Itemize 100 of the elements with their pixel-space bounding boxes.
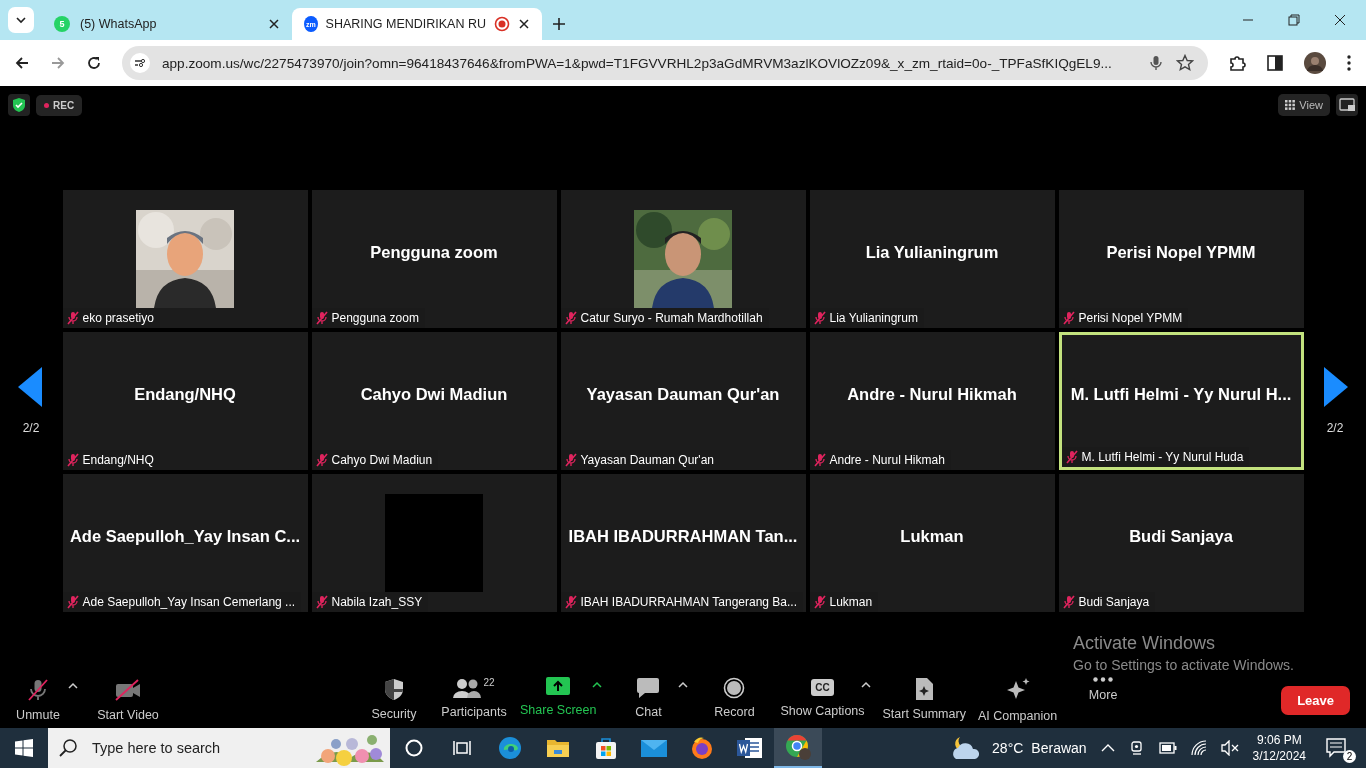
screen-layout-icon[interactable]	[1336, 94, 1358, 116]
caret-icon[interactable]	[860, 681, 871, 689]
toolbar-button[interactable]: Unmute	[0, 676, 76, 724]
close-icon[interactable]	[268, 18, 280, 30]
taskbar-search-field[interactable]: Type here to search	[48, 728, 390, 768]
participant-display-name: Budi Sanjaya	[1129, 526, 1233, 546]
participants-icon	[453, 677, 482, 699]
back-arrow-icon[interactable]	[14, 55, 30, 71]
profile-avatar-icon[interactable]	[1304, 52, 1326, 74]
mail-envelope-icon	[641, 738, 667, 758]
participant-display-name: Lukman	[900, 526, 964, 546]
tab-title: SHARING MENDIRIKAN RU	[325, 17, 486, 31]
chevron-down-icon	[15, 14, 27, 26]
search-icon	[58, 738, 78, 758]
camera-icon[interactable]	[1128, 740, 1145, 756]
previous-page-arrow-icon[interactable]	[18, 367, 44, 407]
clock-time: 9:06 PM	[1256, 733, 1302, 747]
chevron-up-icon[interactable]	[1100, 743, 1115, 753]
tab-search-button[interactable]	[8, 7, 34, 33]
side-panel-icon[interactable]	[1266, 54, 1284, 72]
document-sparkle-icon	[914, 677, 935, 701]
participant-name: Andre - Nurul Hikmah	[829, 453, 945, 467]
windows-start-icon[interactable]	[15, 739, 33, 757]
wifi-signal-icon[interactable]	[1190, 740, 1207, 756]
new-tab-icon[interactable]	[552, 17, 566, 31]
participant-name: Lukman	[829, 595, 873, 609]
notification-icon[interactable]	[1326, 738, 1348, 758]
chrome-browser-icon	[784, 733, 812, 761]
notification-count-badge: 2	[1343, 750, 1356, 763]
restore-icon[interactable]	[1288, 14, 1300, 26]
tab-title: (5) WhatsApp	[80, 17, 158, 31]
speaker-muted-icon[interactable]	[1220, 740, 1239, 756]
close-icon[interactable]	[1334, 14, 1346, 26]
grid-icon	[1285, 100, 1296, 110]
shield-icon	[383, 677, 405, 701]
recording-indicator: REC	[36, 94, 83, 116]
forward-arrow-icon[interactable]	[50, 55, 66, 71]
leave-button[interactable]: Leave	[1281, 685, 1350, 715]
participant-name: Ade Saepulloh_Yay Insan Cemerlang ...	[82, 595, 296, 609]
participant-name: Lia Yulianingrum	[829, 311, 918, 325]
participant-display-name: Ade Saepulloh_Yay Insan C...	[69, 526, 301, 546]
battery-icon[interactable]	[1158, 742, 1177, 754]
more-button[interactable]: More	[1065, 675, 1142, 704]
page-indicator: 2/2	[22, 421, 40, 435]
participant-display-name: Pengguna zoom	[370, 242, 498, 262]
record-icon	[723, 677, 746, 699]
caret-icon[interactable]	[68, 682, 78, 690]
participant-display-name: Cahyo Dwi Madiun	[360, 384, 508, 404]
activation-message: Go to Settings to activate Windows.	[1073, 657, 1294, 674]
reload-icon[interactable]	[86, 55, 102, 71]
star-icon[interactable]	[1176, 54, 1194, 72]
toolbar-button[interactable]: Security	[356, 675, 432, 723]
toolbar-button[interactable]: Start Video	[90, 676, 166, 724]
participant-display-name: Lia Yulianingrum	[865, 242, 999, 262]
participant-name: IBAH IBADURRAHMAN Tangerang Ba...	[580, 595, 798, 609]
participant-name: Pengguna zoom	[331, 311, 419, 325]
more-dots-icon	[1093, 677, 1114, 682]
folder-icon	[546, 737, 570, 759]
toolbar-button[interactable]: 22 Participants	[436, 675, 512, 721]
weather-condition: Berawan	[1031, 740, 1087, 756]
microphone-icon[interactable]	[1148, 55, 1164, 71]
toolbar-button[interactable]: Record	[696, 675, 773, 721]
toolbar-button[interactable]: CC Show Captions	[776, 675, 869, 720]
taskbar-app-button[interactable]	[774, 728, 822, 768]
toolbar-button[interactable]: Share Screen	[516, 675, 601, 719]
participant-name: M. Lutfi Helmi - Yy Nurul Huda	[1081, 450, 1244, 464]
participant-name: Endang/NHQ	[82, 453, 154, 467]
participant-display-name: M. Lutfi Helmi - Yy Nurul H...	[1070, 384, 1292, 404]
participant-display-name: Perisi Nopel YPMM	[1106, 242, 1256, 262]
site-settings-icon[interactable]	[130, 53, 150, 73]
chat-bubble-icon	[636, 677, 661, 699]
caret-icon[interactable]	[678, 681, 689, 689]
security-shield-icon[interactable]	[8, 94, 30, 116]
more-menu-icon[interactable]	[1346, 54, 1352, 72]
word-document-icon	[737, 737, 763, 759]
view-button[interactable]: View	[1278, 94, 1330, 116]
participant-name: Budi Sanjaya	[1078, 595, 1150, 609]
address-bar[interactable]: app.zoom.us/wc/2275473970/join?omn=96418437646&fromPWA=1&pwd=T1FGVVRHL2p3aGdMRVM3azlKOVlOZz09&_x_zm_rtaid=0o-_TPFaSfKIQgEL9...	[122, 46, 1208, 80]
toolbar-button[interactable]: AI Companion	[973, 675, 1062, 725]
puzzle-icon[interactable]	[1228, 54, 1246, 72]
participant-name: Perisi Nopel YPMM	[1078, 311, 1183, 325]
toolbar-button[interactable]: Chat	[610, 675, 687, 721]
participant-display-name: Yayasan Dauman Qur'an	[586, 384, 780, 404]
firefox-browser-icon	[690, 736, 714, 760]
participant-display-name: Endang/NHQ	[134, 384, 236, 404]
captions-icon: CC	[811, 679, 834, 696]
clock-date: 3/12/2024	[1252, 749, 1306, 763]
close-icon[interactable]	[518, 18, 530, 30]
participant-name: Catur Suryo - Rumah Mardhotillah	[580, 311, 763, 325]
toolbar-button[interactable]: Start Summary	[878, 675, 970, 723]
url-text: app.zoom.us/wc/2275473970/join?omn=96418437646&fromPWA=1&pwd=T1FGVVRHL2p3aGdMRVM3azlKOVlOZz09&_x_zm_rtaid=0o-_TPFaSfKIQgEL9...	[162, 55, 1113, 71]
activation-title: Activate Windows	[1073, 634, 1217, 654]
participant-count: 22	[483, 677, 495, 688]
participant-name: Cahyo Dwi Madiun	[331, 453, 433, 467]
caret-icon[interactable]	[592, 681, 603, 689]
temperature: 28°C	[992, 740, 1024, 756]
participant-name: Yayasan Dauman Qur'an	[580, 453, 714, 467]
participant-display-name: Andre - Nurul Hikmah	[847, 384, 1017, 404]
browser-tab[interactable]: 5 (5) WhatsApp	[42, 8, 292, 40]
next-page-arrow-icon[interactable]	[1322, 367, 1348, 407]
